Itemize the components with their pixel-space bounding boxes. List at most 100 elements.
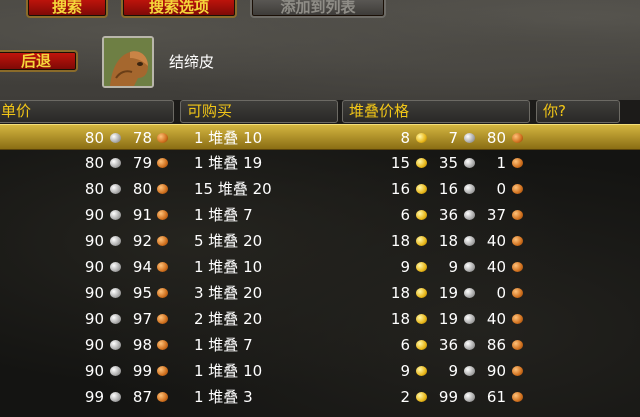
silver-coin-icon <box>110 288 121 298</box>
table-row[interactable]: 99 87 1 堆叠 3 2 99 61 <box>0 384 640 410</box>
stack-price-gold: 18 <box>390 284 410 302</box>
stack-price-gold: 8 <box>400 129 410 147</box>
available-stacks: 3 堆叠 20 <box>194 284 263 302</box>
available-stacks: 1 堆叠 10 <box>194 258 263 276</box>
column-unit-price[interactable]: 单价 <box>0 100 174 123</box>
stack-price-gold: 16 <box>390 180 410 198</box>
silver-coin-icon <box>464 184 475 194</box>
unit-price-copper: 99 <box>132 362 152 380</box>
silver-coin-icon <box>110 262 121 272</box>
stack-price-copper: 37 <box>486 206 506 224</box>
silver-coin-icon <box>110 314 121 324</box>
available-stacks: 1 堆叠 7 <box>194 336 253 354</box>
stack-price-copper: 80 <box>486 129 506 147</box>
unit-price-silver: 90 <box>84 284 104 302</box>
stack-price-copper: 86 <box>486 336 506 354</box>
gold-coin-icon <box>416 262 427 272</box>
column-stack-price[interactable]: 堆叠价格 <box>342 100 530 123</box>
stack-price-silver: 18 <box>438 232 458 250</box>
stack-price-gold: 15 <box>390 154 410 172</box>
stack-price-silver: 99 <box>438 388 458 406</box>
copper-coin-icon <box>157 340 168 350</box>
stack-price-silver: 9 <box>448 362 458 380</box>
unit-price-silver: 90 <box>84 336 104 354</box>
stack-price-silver: 36 <box>438 206 458 224</box>
copper-coin-icon <box>512 210 523 220</box>
unit-price-silver: 90 <box>84 362 104 380</box>
copper-coin-icon <box>512 288 523 298</box>
copper-coin-icon <box>157 392 168 402</box>
column-available[interactable]: 可购买 <box>180 100 338 123</box>
leather-icon[interactable] <box>102 36 154 88</box>
stack-price-silver: 19 <box>438 310 458 328</box>
stack-price-gold: 9 <box>400 258 410 276</box>
unit-price-silver: 90 <box>84 258 104 276</box>
available-stacks: 2 堆叠 20 <box>194 310 263 328</box>
copper-coin-icon <box>512 236 523 246</box>
silver-coin-icon <box>464 133 475 143</box>
table-row[interactable]: 90 95 3 堆叠 20 18 19 0 <box>0 280 640 306</box>
stack-price-gold: 18 <box>390 310 410 328</box>
stack-price-copper: 61 <box>486 388 506 406</box>
stack-price-gold: 9 <box>400 362 410 380</box>
table-row[interactable]: 90 94 1 堆叠 10 9 9 40 <box>0 254 640 280</box>
table-row[interactable]: 90 97 2 堆叠 20 18 19 40 <box>0 306 640 332</box>
available-stacks: 1 堆叠 7 <box>194 206 253 224</box>
unit-price-copper: 94 <box>132 258 152 276</box>
silver-coin-icon <box>464 366 475 376</box>
copper-coin-icon <box>157 133 168 143</box>
unit-price-copper: 80 <box>132 180 152 198</box>
copper-coin-icon <box>157 366 168 376</box>
stack-price-gold: 6 <box>400 336 410 354</box>
stack-price-copper: 0 <box>496 284 506 302</box>
unit-price-copper: 97 <box>132 310 152 328</box>
silver-coin-icon <box>464 288 475 298</box>
gold-coin-icon <box>416 210 427 220</box>
table-row[interactable]: 90 98 1 堆叠 7 6 36 86 <box>0 332 640 358</box>
add-to-list-button[interactable]: 添加到列表 <box>250 0 386 18</box>
table-row[interactable]: 90 92 5 堆叠 20 18 18 40 <box>0 228 640 254</box>
unit-price-silver: 90 <box>84 206 104 224</box>
back-button[interactable]: 后退 <box>0 50 78 72</box>
gold-coin-icon <box>416 158 427 168</box>
table-row[interactable]: 80 78 1 堆叠 10 8 7 80 <box>0 124 640 150</box>
stack-price-copper: 90 <box>486 362 506 380</box>
search-options-button[interactable]: 搜索选项 <box>121 0 237 18</box>
silver-coin-icon <box>110 392 121 402</box>
copper-coin-icon <box>512 262 523 272</box>
stack-price-silver: 7 <box>448 129 458 147</box>
table-row[interactable]: 80 79 1 堆叠 19 15 35 1 <box>0 150 640 176</box>
available-stacks: 1 堆叠 10 <box>194 129 263 147</box>
available-stacks: 1 堆叠 19 <box>194 154 263 172</box>
gold-coin-icon <box>416 366 427 376</box>
silver-coin-icon <box>110 366 121 376</box>
silver-coin-icon <box>110 210 121 220</box>
stack-price-silver: 19 <box>438 284 458 302</box>
silver-coin-icon <box>110 236 121 246</box>
table-row[interactable]: 90 91 1 堆叠 7 6 36 37 <box>0 202 640 228</box>
available-stacks: 15 堆叠 20 <box>194 180 272 198</box>
copper-coin-icon <box>157 288 168 298</box>
silver-coin-icon <box>464 392 475 402</box>
unit-price-copper: 92 <box>132 232 152 250</box>
unit-price-silver: 80 <box>84 180 104 198</box>
gold-coin-icon <box>416 392 427 402</box>
search-button[interactable]: 搜索 <box>26 0 108 18</box>
unit-price-silver: 99 <box>84 388 104 406</box>
stack-price-copper: 40 <box>486 258 506 276</box>
table-row[interactable]: 80 80 15 堆叠 20 16 16 0 <box>0 176 640 202</box>
stack-price-silver: 16 <box>438 180 458 198</box>
copper-coin-icon <box>512 133 523 143</box>
stack-price-gold: 2 <box>400 388 410 406</box>
silver-coin-icon <box>110 340 121 350</box>
stack-price-gold: 18 <box>390 232 410 250</box>
silver-coin-icon <box>464 262 475 272</box>
stack-price-copper: 40 <box>486 232 506 250</box>
silver-coin-icon <box>110 133 121 143</box>
unit-price-copper: 91 <box>132 206 152 224</box>
stack-price-silver: 35 <box>438 154 458 172</box>
table-row[interactable]: 90 99 1 堆叠 10 9 9 90 <box>0 358 640 384</box>
copper-coin-icon <box>512 314 523 324</box>
column-you[interactable]: 你? <box>536 100 620 123</box>
copper-coin-icon <box>512 392 523 402</box>
